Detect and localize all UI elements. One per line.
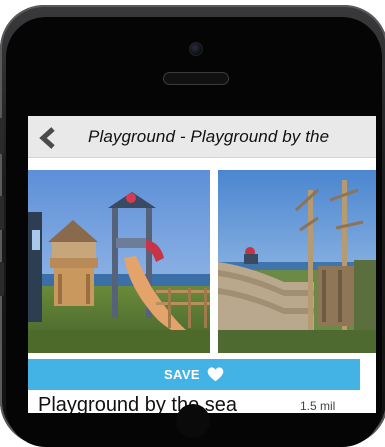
distance-label: 1.5 mil: [300, 399, 336, 413]
save-button-label: SAVE: [163, 367, 201, 382]
playground-photo-1[interactable]: [28, 170, 210, 353]
phone-device: Playground - Playground by the SAVE Play…: [0, 0, 385, 447]
home-button[interactable]: [176, 404, 210, 438]
place-name: Playground by the sea: [38, 394, 238, 413]
page-title: Playground - Playground by the: [88, 127, 330, 146]
app-screen: Playground - Playground by the SAVE Play…: [28, 116, 376, 413]
heart-icon: [207, 367, 224, 382]
chevron-left-icon[interactable]: [38, 127, 60, 149]
nav-header: Playground - Playground by the: [28, 116, 376, 158]
save-button[interactable]: SAVE: [28, 359, 360, 390]
playground-photo-2[interactable]: [218, 170, 376, 353]
mute-switch: [0, 118, 4, 154]
photo-gallery[interactable]: [28, 170, 376, 353]
volume-up-button: [0, 196, 4, 230]
volume-down-button: [0, 262, 4, 296]
earpiece-speaker: [163, 72, 229, 85]
front-camera: [189, 42, 203, 56]
